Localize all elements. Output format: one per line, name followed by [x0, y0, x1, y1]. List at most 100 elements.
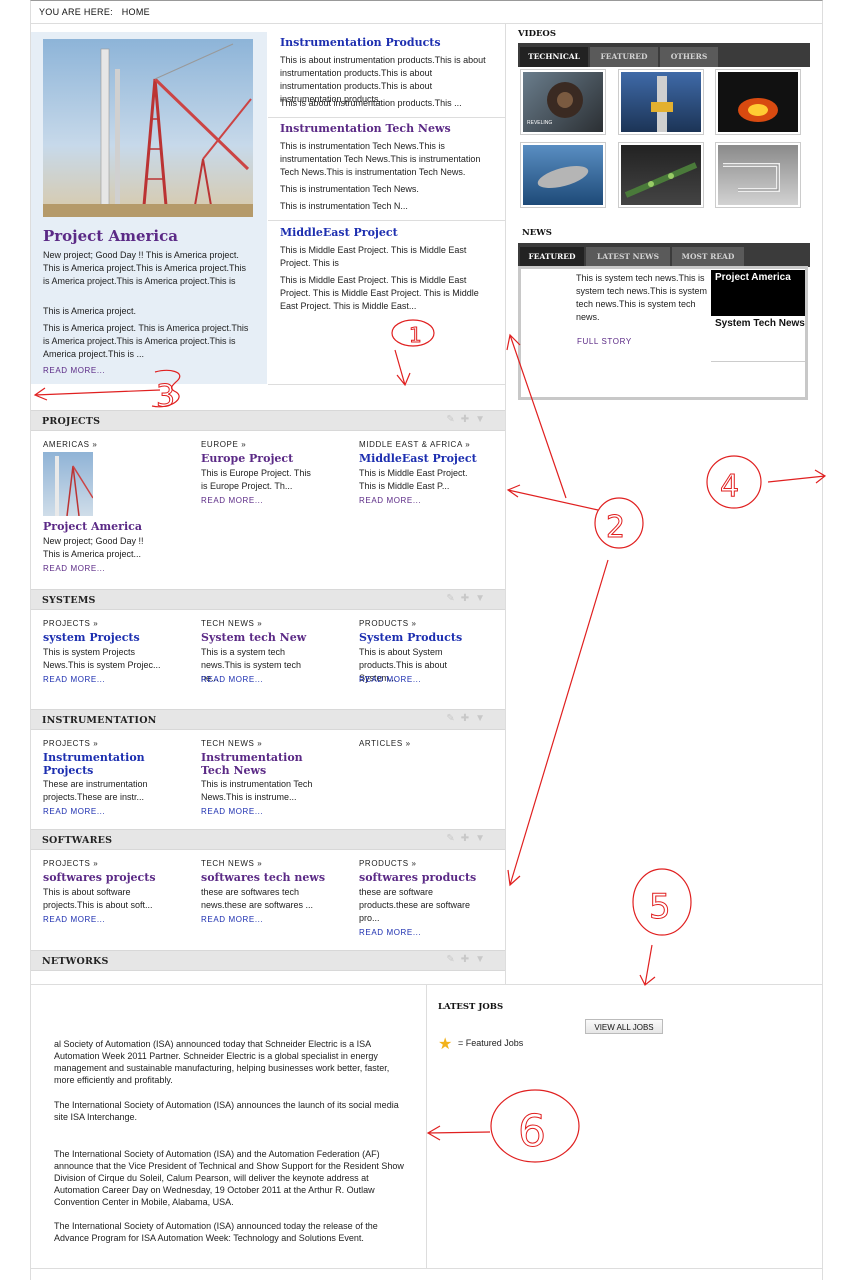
- section-item-title[interactable]: Instrumentation Projects: [43, 751, 168, 777]
- breadcrumb-home-link[interactable]: HOME: [122, 7, 150, 17]
- hero-paragraph-3: This is America project. This is America…: [43, 323, 249, 359]
- feed-item: al Society of Automation (ISA) announced…: [54, 1039, 390, 1085]
- section-item-title[interactable]: Europe Project: [201, 452, 326, 465]
- section-category-link[interactable]: PROJECTS: [43, 619, 98, 628]
- section-item-title[interactable]: Project America: [43, 520, 168, 533]
- video-thumbnail[interactable]: [618, 142, 704, 208]
- mid-item-text: This is instrumentation Tech News.This i…: [280, 141, 481, 177]
- section-item-title[interactable]: system Projects: [43, 631, 168, 644]
- section-controls-icon[interactable]: ✎✚▼: [446, 713, 491, 724]
- section-read-more-link[interactable]: READ MORE...: [359, 928, 421, 937]
- section-category-link[interactable]: PRODUCTS: [359, 619, 417, 628]
- videos-tabbar: TECHNICAL FEATURED OTHERS: [518, 43, 810, 67]
- mid-item-title[interactable]: Instrumentation Tech News: [280, 122, 451, 135]
- section-category-link[interactable]: AMERICAS: [43, 440, 97, 449]
- section-header: NETWORKS ✎✚▼: [31, 950, 505, 971]
- section-controls-icon[interactable]: ✎✚▼: [446, 593, 491, 604]
- featured-jobs-legend: = Featured Jobs: [458, 1038, 524, 1048]
- mid-item-title[interactable]: MiddleEast Project: [280, 226, 398, 239]
- video-thumbnail[interactable]: [715, 69, 801, 135]
- section-item-text: This is instrumentation Tech News.This i…: [201, 779, 313, 802]
- section-title: SYSTEMS: [42, 595, 96, 606]
- tab-others[interactable]: OTHERS: [660, 47, 718, 67]
- section-item-text: these are software products.these are so…: [359, 887, 471, 923]
- section-item-title[interactable]: System tech New: [201, 631, 326, 644]
- section-read-more-link[interactable]: READ MORE...: [359, 496, 421, 505]
- video-thumbnail[interactable]: REVELING: [520, 69, 606, 135]
- video-thumbnail[interactable]: [715, 142, 801, 208]
- feed-item: The International Society of Automation …: [54, 1149, 404, 1207]
- section-title: SOFTWARES: [42, 835, 113, 846]
- section-read-more-link[interactable]: READ MORE...: [201, 807, 263, 816]
- tab-news-featured[interactable]: FEATURED: [520, 247, 584, 267]
- section-header: SOFTWARES ✎✚▼: [31, 829, 505, 850]
- divider: [30, 1268, 823, 1269]
- mid-item-text: This is instrumentation Tech News.: [280, 184, 419, 194]
- tab-technical[interactable]: TECHNICAL: [520, 47, 588, 67]
- video-thumbnail[interactable]: [520, 142, 606, 208]
- section-header: SYSTEMS ✎✚▼: [31, 589, 505, 610]
- tab-featured[interactable]: FEATURED: [590, 47, 658, 67]
- section-item-title[interactable]: System Products: [359, 631, 484, 644]
- section-item-title[interactable]: MiddleEast Project: [359, 452, 484, 465]
- view-all-jobs-button[interactable]: VIEW ALL JOBS: [585, 1019, 663, 1034]
- videos-title: VIDEOS: [518, 29, 556, 39]
- section-read-more-link[interactable]: READ MORE...: [201, 675, 263, 684]
- section-controls-icon[interactable]: ✎✚▼: [446, 414, 491, 425]
- tab-most-read[interactable]: MOST READ: [672, 247, 744, 267]
- project-thumbnail[interactable]: [43, 452, 93, 516]
- section-read-more-link[interactable]: READ MORE...: [201, 915, 263, 924]
- section-item-title[interactable]: softwares projects: [43, 871, 168, 884]
- news-item[interactable]: System Tech News: [711, 316, 805, 362]
- section-controls-icon[interactable]: ✎✚▼: [446, 954, 491, 965]
- hero-image[interactable]: [43, 39, 253, 217]
- section-item-text: These are instrumentation projects.These…: [43, 779, 148, 802]
- news-tabbar: FEATURED LATEST NEWS MOST READ: [518, 243, 810, 267]
- news-item-active[interactable]: Project America: [711, 270, 805, 316]
- section-item-text: This is Middle East Project. This is Mid…: [359, 468, 468, 491]
- hero-title[interactable]: Project America: [43, 227, 178, 245]
- divider: [268, 220, 505, 221]
- section-read-more-link[interactable]: READ MORE...: [359, 675, 421, 684]
- section-category-link[interactable]: TECH NEWS: [201, 859, 262, 868]
- video-thumbnail[interactable]: [618, 69, 704, 135]
- section-controls-icon[interactable]: ✎✚▼: [446, 833, 491, 844]
- mid-item-text: This is Middle East Project. This is Mid…: [280, 275, 479, 311]
- section-read-more-link[interactable]: READ MORE...: [43, 807, 105, 816]
- mid-item-text: This is instrumentation Tech N...: [280, 201, 408, 211]
- mid-item-title[interactable]: Instrumentation Products: [280, 36, 441, 49]
- hero-paragraph-2: This is America project.: [43, 306, 137, 316]
- jobs-divider: [426, 985, 427, 1268]
- section-item-title[interactable]: softwares products: [359, 871, 484, 884]
- breadcrumb-divider: [30, 23, 823, 24]
- section-category-link[interactable]: TECH NEWS: [201, 739, 262, 748]
- section-read-more-link[interactable]: READ MORE...: [201, 496, 263, 505]
- section-header: PROJECTS ✎✚▼: [31, 410, 505, 431]
- latest-jobs-title: LATEST JOBS: [438, 1002, 504, 1012]
- section-read-more-link[interactable]: READ MORE...: [43, 564, 105, 573]
- full-story-link[interactable]: FULL STORY: [577, 337, 632, 346]
- section-read-more-link[interactable]: READ MORE...: [43, 915, 105, 924]
- section-category-link[interactable]: MIDDLE EAST & AFRICA: [359, 440, 470, 449]
- star-icon: ★: [438, 1036, 453, 1053]
- hero-read-more-link[interactable]: READ MORE...: [43, 366, 105, 375]
- section-header: INSTRUMENTATION ✎✚▼: [31, 709, 505, 730]
- section-item-title[interactable]: softwares tech news: [201, 871, 326, 884]
- breadcrumb: YOU ARE HERE: HOME: [39, 7, 150, 17]
- section-category-link[interactable]: PRODUCTS: [359, 859, 417, 868]
- news-title: NEWS: [522, 228, 552, 238]
- tab-latest-news[interactable]: LATEST NEWS: [586, 247, 670, 267]
- section-category-link[interactable]: PROJECTS: [43, 739, 98, 748]
- section-category-link[interactable]: TECH NEWS: [201, 619, 262, 628]
- divider: [268, 117, 505, 118]
- section-item-text: This is Europe Project. This is Europe P…: [201, 468, 311, 491]
- section-read-more-link[interactable]: READ MORE...: [43, 675, 105, 684]
- section-category-link[interactable]: ARTICLES: [359, 739, 411, 748]
- mid-item-text: This is about instrumentation products.T…: [280, 98, 462, 108]
- news-item-label: Project America: [715, 272, 791, 283]
- section-item-title[interactable]: Instrumentation Tech News: [201, 751, 326, 777]
- breadcrumb-prefix: YOU ARE HERE:: [39, 7, 113, 17]
- section-category-link[interactable]: EUROPE: [201, 440, 246, 449]
- feed-item: The International Society of Automation …: [54, 1221, 378, 1243]
- section-category-link[interactable]: PROJECTS: [43, 859, 98, 868]
